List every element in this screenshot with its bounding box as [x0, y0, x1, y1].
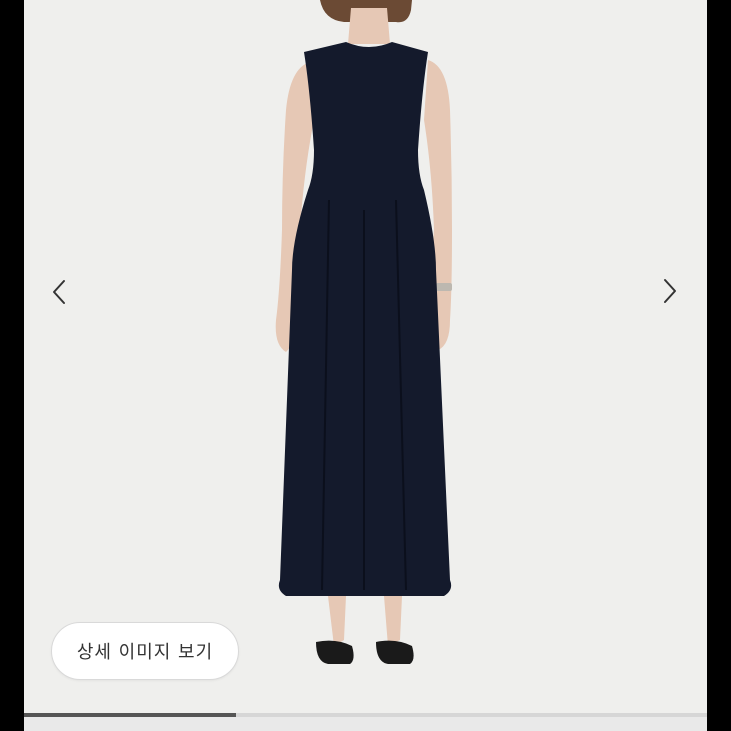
- view-detail-images-button[interactable]: 상세 이미지 보기: [51, 622, 239, 680]
- next-image-button[interactable]: [655, 271, 685, 311]
- previous-image-button[interactable]: [44, 272, 74, 312]
- view-detail-images-label: 상세 이미지 보기: [76, 642, 214, 663]
- chevron-left-icon: [53, 280, 65, 304]
- product-image-viewer[interactable]: 상세 이미지 보기: [24, 0, 707, 731]
- product-photo: [24, 0, 707, 716]
- chevron-right-icon: [664, 279, 676, 303]
- bottom-strip: [24, 717, 707, 731]
